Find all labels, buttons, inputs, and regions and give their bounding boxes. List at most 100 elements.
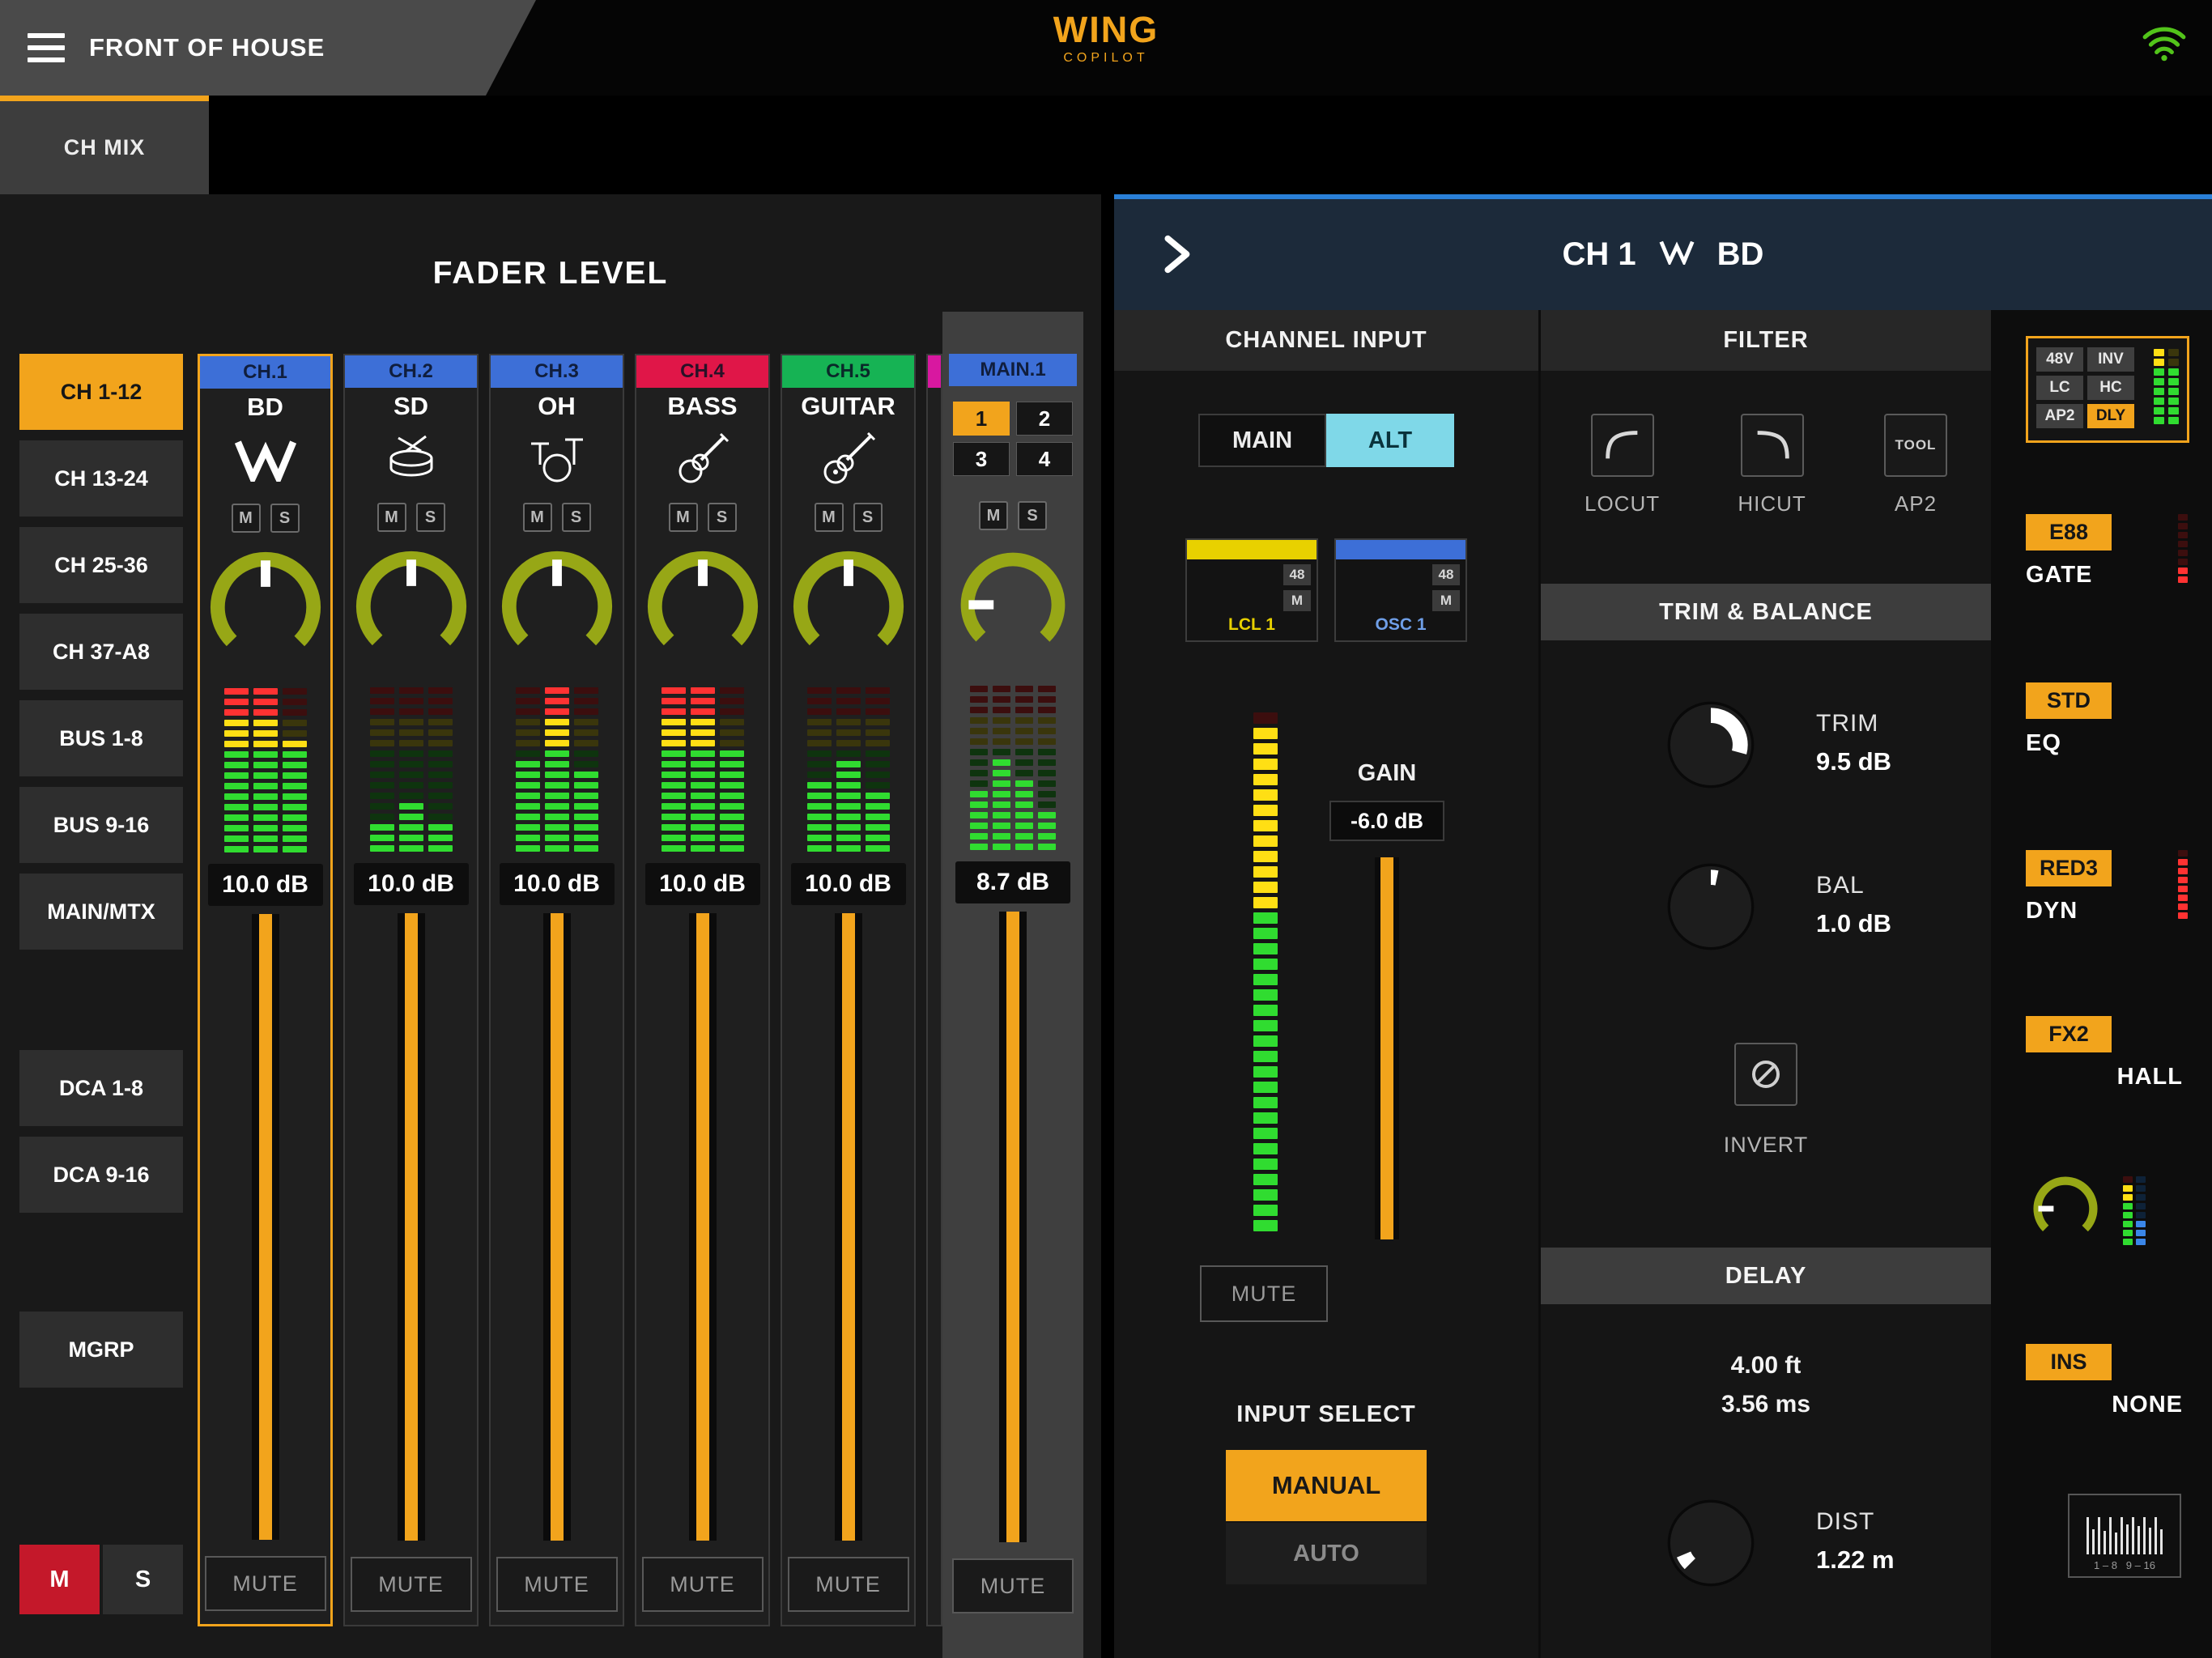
config-badge-inv[interactable]: INV (2087, 347, 2134, 372)
fader-position[interactable] (842, 913, 855, 1541)
channel-strip[interactable]: CH.3OHMS10.0 dBMUTE (489, 354, 624, 1626)
input-source-lcl-1[interactable]: 48MLCL 1 (1185, 538, 1318, 642)
mute-button[interactable]: MUTE (642, 1557, 764, 1612)
fader-track[interactable] (252, 914, 279, 1540)
sidebar-item-bus-1-8[interactable]: BUS 1-8 (19, 700, 183, 776)
snare-drum-icon (380, 425, 443, 493)
fader-track[interactable] (999, 912, 1027, 1542)
fader-track[interactable] (689, 913, 717, 1541)
fader-position[interactable] (551, 913, 564, 1541)
sidebar-item-ch-1-12[interactable]: CH 1-12 (19, 354, 183, 430)
sidebar-item-ch-13-24[interactable]: CH 13-24 (19, 440, 183, 517)
channel-strip[interactable]: CH.2SDMS10.0 dBMUTE (343, 354, 479, 1626)
config-badge-48v[interactable]: 48V (2036, 347, 2083, 372)
main-bank-button-2[interactable]: 2 (1016, 402, 1073, 436)
chain-block-e88[interactable]: E88GATE (2026, 514, 2189, 589)
fader-position[interactable] (259, 914, 272, 1540)
mute-button[interactable]: MUTE (205, 1556, 326, 1611)
config-badge-lc[interactable]: LC (2036, 376, 2083, 400)
fader-position[interactable] (1006, 912, 1019, 1542)
strip-mute-flag[interactable]: M (669, 503, 698, 532)
fader-track[interactable] (543, 913, 571, 1541)
input-alt-button[interactable]: ALT (1326, 414, 1454, 467)
pan-knob[interactable] (643, 542, 763, 671)
input-mute-button[interactable]: MUTE (1200, 1265, 1328, 1322)
sends-bar (2155, 1517, 2157, 1554)
pan-knob[interactable] (789, 542, 908, 671)
sidebar-item-ch-25-36[interactable]: CH 25-36 (19, 527, 183, 603)
input-main-button[interactable]: MAIN (1198, 414, 1326, 467)
config-badge-dly[interactable]: DLY (2087, 404, 2134, 428)
led-segment (993, 728, 1010, 734)
channel-strip[interactable]: CH.1BDMS10.0 dBMUTE (198, 354, 333, 1626)
strip-mute-flag[interactable]: M (232, 504, 261, 533)
led-segment (574, 845, 598, 852)
chain-block-monitor[interactable] (2026, 1174, 2189, 1248)
filter-ap2[interactable]: TOOLAP2 (1884, 414, 1947, 517)
sidebar-item-mgrp[interactable]: MGRP (19, 1312, 183, 1388)
chain-block-ins[interactable]: INSNONE (2026, 1344, 2189, 1418)
chain-block-red3[interactable]: RED3DYN (2026, 850, 2189, 925)
main-bank-button-3[interactable]: 3 (953, 442, 1010, 476)
mute-button[interactable]: MUTE (788, 1557, 909, 1612)
fader-track[interactable] (835, 913, 862, 1541)
input-select-manual-button[interactable]: MANUAL (1226, 1450, 1427, 1521)
fader-area (782, 913, 914, 1557)
pan-knob[interactable] (497, 542, 617, 671)
mute-master-button[interactable]: M (19, 1545, 100, 1614)
pan-knob[interactable] (351, 542, 471, 671)
chain-block-std[interactable]: STDEQ (2026, 682, 2189, 757)
mute-button[interactable]: MUTE (952, 1558, 1074, 1613)
strip-solo-flag[interactable]: S (708, 503, 737, 532)
sidebar-item-dca-1-8[interactable]: DCA 1-8 (19, 1050, 183, 1126)
trim-knob[interactable] (1666, 700, 1755, 789)
mute-button[interactable]: MUTE (351, 1557, 472, 1612)
channel-strip[interactable]: CH.5GUITARMS10.0 dBMUTE (781, 354, 916, 1626)
strip-mute-flag[interactable]: M (979, 501, 1008, 530)
balance-knob[interactable] (1666, 862, 1755, 951)
mute-button[interactable]: MUTE (496, 1557, 618, 1612)
sidebar-item-main-mtx[interactable]: MAIN/MTX (19, 874, 183, 950)
main-bank-button-1[interactable]: 1 (953, 402, 1010, 436)
sidebar-item-ch-37-a8[interactable]: CH 37-A8 (19, 614, 183, 690)
delay-distance-knob[interactable] (1666, 1499, 1755, 1588)
main-bank-button-4[interactable]: 4 (1016, 442, 1073, 476)
sidebar-item-bus-9-16[interactable]: BUS 9-16 (19, 787, 183, 863)
gain-fader-position[interactable] (1380, 857, 1393, 1239)
strip-solo-flag[interactable]: S (562, 503, 591, 532)
led-segment (516, 761, 540, 767)
gain-fader[interactable] (1375, 857, 1399, 1239)
menu-icon[interactable] (28, 33, 65, 62)
strip-mute-flag[interactable]: M (377, 503, 406, 532)
invert-button[interactable] (1734, 1043, 1797, 1106)
solo-master-button[interactable]: S (103, 1545, 183, 1614)
strip-mute-flag[interactable]: M (523, 503, 552, 532)
chain-block-sends[interactable]: 1 – 8 9 – 16 (2026, 1494, 2189, 1578)
main-strip[interactable]: MAIN.11234MS8.7 dBMUTE (949, 354, 1077, 1626)
strip-mute-flag[interactable]: M (815, 503, 844, 532)
filter-locut[interactable]: LOCUT (1585, 414, 1660, 517)
strip-solo-flag[interactable]: S (853, 503, 883, 532)
sidebar-item-dca-9-16[interactable]: DCA 9-16 (19, 1137, 183, 1213)
strip-solo-flag[interactable]: S (1018, 501, 1047, 530)
strip-solo-flag[interactable]: S (270, 504, 300, 533)
pan-knob[interactable] (206, 542, 325, 672)
fader-position[interactable] (696, 913, 709, 1541)
sends-overview[interactable]: 1 – 8 9 – 16 (2068, 1494, 2181, 1578)
strip-solo-flag[interactable]: S (416, 503, 445, 532)
input-select-auto-button[interactable]: AUTO (1226, 1523, 1427, 1584)
fader-track[interactable] (398, 913, 425, 1541)
chain-block-fx2[interactable]: FX2HALL (2026, 1016, 2189, 1090)
input-source-osc-1[interactable]: 48MOSC 1 (1334, 538, 1467, 642)
channel-strip[interactable]: CH.4BASSMS10.0 dBMUTE (635, 354, 770, 1626)
channel-config-block[interactable]: 48VINVLCHCAP2DLY (2026, 336, 2189, 443)
config-badge-hc[interactable]: HC (2087, 376, 2134, 400)
tab-ch-mix[interactable]: CH MIX (0, 96, 209, 194)
fader-position[interactable] (405, 913, 418, 1541)
monitor-knob[interactable] (2031, 1174, 2100, 1248)
processing-slot-badge: INS (2026, 1344, 2112, 1380)
console-selector[interactable]: FRONT OF HOUSE (0, 0, 536, 96)
config-badge-ap2[interactable]: AP2 (2036, 404, 2083, 428)
filter-hicut[interactable]: HICUT (1738, 414, 1806, 517)
pan-knob[interactable] (956, 540, 1070, 670)
